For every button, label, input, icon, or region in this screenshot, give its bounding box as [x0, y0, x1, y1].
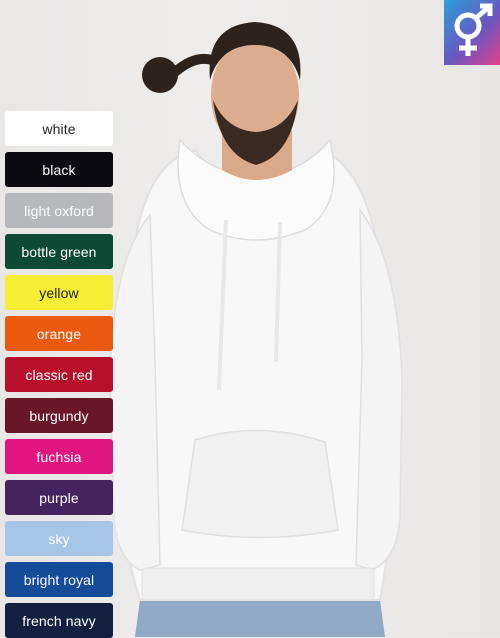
color-swatch-classic-red[interactable]: classic red: [5, 357, 113, 392]
color-swatch-orange[interactable]: orange: [5, 316, 113, 351]
color-swatch-bottle-green[interactable]: bottle green: [5, 234, 113, 269]
color-swatch-french-navy[interactable]: french navy: [5, 603, 113, 638]
swatch-label: light oxford: [24, 202, 94, 219]
swatch-label: bright royal: [23, 571, 95, 588]
color-swatch-burgundy[interactable]: burgundy: [5, 398, 113, 433]
swatch-label: yellow: [39, 284, 79, 301]
color-swatch-sky[interactable]: sky: [5, 521, 113, 556]
unisex-badge: [444, 0, 500, 65]
color-swatch-bright-royal[interactable]: bright royal: [5, 562, 113, 597]
swatch-label: purple: [39, 489, 79, 506]
swatch-label: orange: [36, 325, 82, 342]
swatch-label: burgundy: [29, 407, 89, 424]
color-swatch-list: white black light oxford bottle green ye…: [5, 111, 113, 638]
swatch-label: classic red: [25, 366, 93, 383]
swatch-label: bottle green: [21, 243, 97, 260]
swatch-label: black: [42, 161, 76, 178]
unisex-gender-icon: [454, 3, 493, 56]
swatch-label: sky: [48, 530, 70, 547]
color-swatch-black[interactable]: black: [5, 152, 113, 187]
swatch-label: white: [42, 120, 76, 137]
color-swatch-fuchsia[interactable]: fuchsia: [5, 439, 113, 474]
color-swatch-yellow[interactable]: yellow: [5, 275, 113, 310]
swatch-label: french navy: [22, 612, 96, 629]
color-swatch-purple[interactable]: purple: [5, 480, 113, 515]
swatch-label: fuchsia: [36, 448, 82, 465]
color-swatch-light-oxford[interactable]: light oxford: [5, 193, 113, 228]
color-swatch-white[interactable]: white: [5, 111, 113, 146]
